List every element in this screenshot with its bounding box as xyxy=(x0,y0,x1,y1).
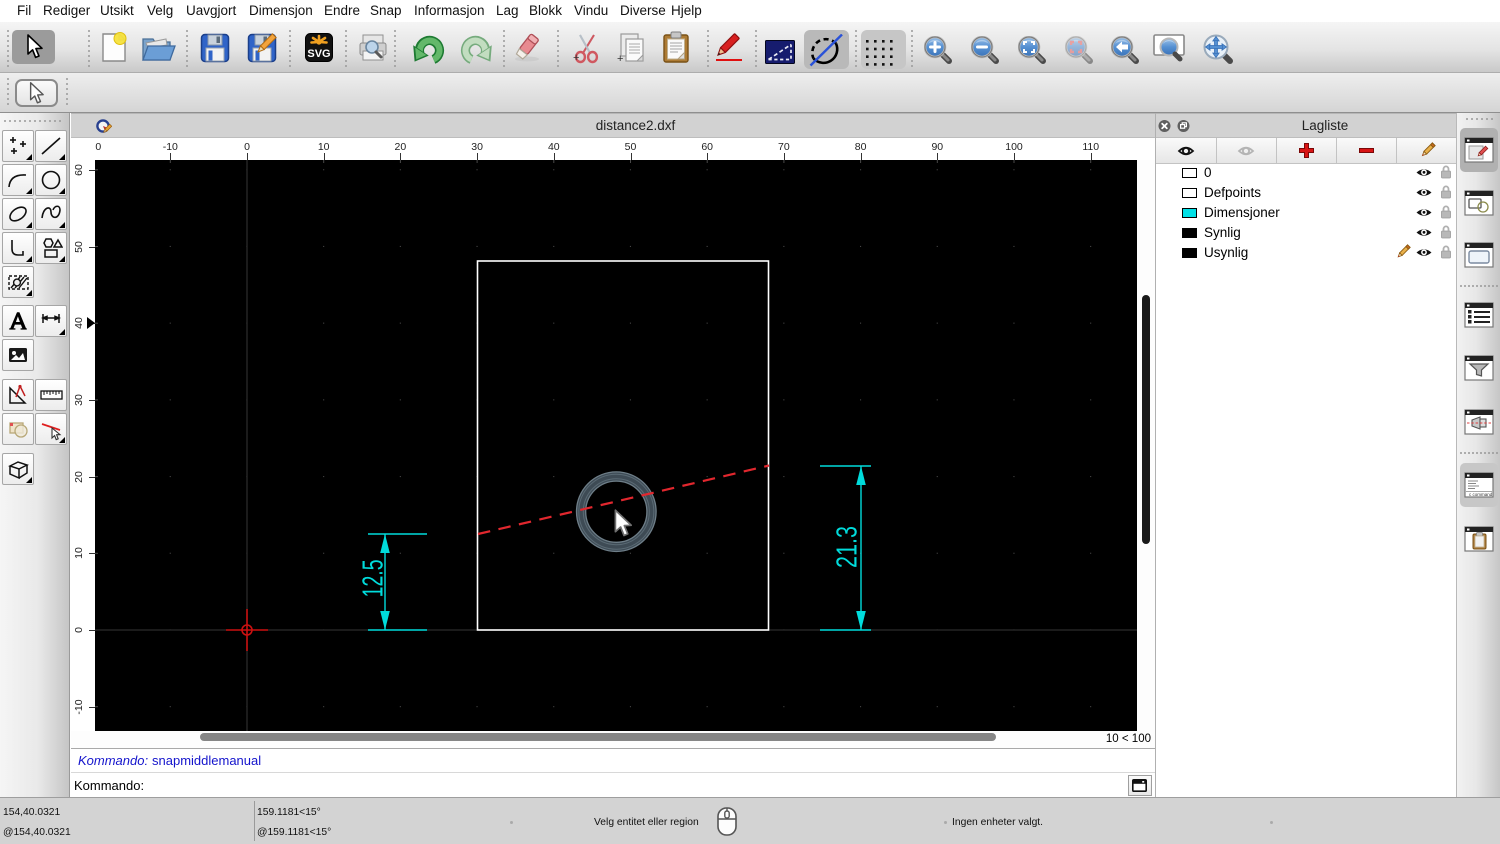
svg-text:+: + xyxy=(573,52,579,64)
svg-text:c command: c command xyxy=(1469,492,1493,497)
svg-text:SVG: SVG xyxy=(307,48,330,60)
svg-text:+: + xyxy=(617,53,623,64)
svg-text:12.5: 12.5 xyxy=(358,559,390,597)
svg-text:21.3: 21.3 xyxy=(832,526,864,568)
